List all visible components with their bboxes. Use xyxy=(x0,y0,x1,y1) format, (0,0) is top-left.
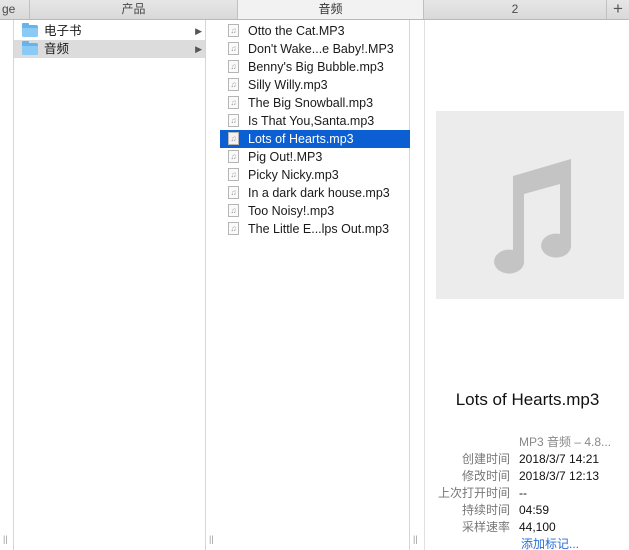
file-item[interactable]: ♫ In a dark dark house.mp3 xyxy=(220,184,410,202)
file-item[interactable]: ♫ The Little E...lps Out.mp3 xyxy=(220,220,410,238)
audio-file-icon: ♫ xyxy=(228,168,239,181)
tab-products[interactable]: 产品 xyxy=(30,0,238,19)
info-key: 上次打开时间 xyxy=(437,486,510,500)
preview-artwork xyxy=(436,111,624,299)
preview-kind-row: MP3 音频 – 4.8... xyxy=(425,434,629,451)
file-item[interactable]: ♫ Silly Willy.mp3 xyxy=(220,76,410,94)
file-label: Don't Wake...e Baby!.MP3 xyxy=(248,42,394,56)
preview-title: Lots of Hearts.mp3 xyxy=(455,390,600,409)
folder-item-audio[interactable]: 音频 ▶ xyxy=(14,40,205,58)
preview-pane: Lots of Hearts.mp3 MP3 音频 – 4.8... 创建时间 … xyxy=(424,20,629,550)
file-item[interactable]: ♫ Too Noisy!.mp3 xyxy=(220,202,410,220)
folder-label: 电子书 xyxy=(44,24,82,38)
file-item[interactable]: ♫ Pig Out!.MP3 xyxy=(220,148,410,166)
info-row-modified: 修改时间 2018/3/7 12:13 xyxy=(425,468,629,485)
tab-label: 产品 xyxy=(121,2,146,16)
audio-file-icon: ♫ xyxy=(228,78,239,91)
folder-icon xyxy=(22,23,38,37)
audio-file-icon: ♫ xyxy=(228,24,239,37)
file-item[interactable]: ♫ Benny's Big Bubble.mp3 xyxy=(220,58,410,76)
file-label: In a dark dark house.mp3 xyxy=(248,186,390,200)
tab-label: 2 xyxy=(511,2,519,16)
info-row-duration: 持续时间 04:59 xyxy=(425,502,629,519)
tab-2[interactable]: 2 xyxy=(424,0,607,19)
audio-file-icon: ♫ xyxy=(228,150,239,163)
file-item[interactable]: ♫ The Big Snowball.mp3 xyxy=(220,94,410,112)
preview-kind: MP3 音频 – 4.8... xyxy=(519,435,612,449)
info-value: 04:59 xyxy=(519,503,550,517)
tab-ge[interactable]: ge xyxy=(0,0,30,19)
column-resize-handle[interactable]: || xyxy=(413,534,418,544)
file-label: Pig Out!.MP3 xyxy=(248,150,323,164)
add-tab-button[interactable]: + xyxy=(607,0,629,19)
column-folders: 电子书 ▶ 音频 ▶ xyxy=(14,20,206,550)
column-previous: || xyxy=(0,20,14,550)
audio-file-icon: ♫ xyxy=(228,60,239,73)
tab-audio[interactable]: 音频 xyxy=(238,0,424,19)
audio-file-icon: ♫ xyxy=(228,204,239,217)
info-row-created: 创建时间 2018/3/7 14:21 xyxy=(425,451,629,468)
info-key: 采样速率 xyxy=(461,520,510,534)
file-label: The Big Snowball.mp3 xyxy=(248,96,374,110)
file-item-selected[interactable]: ♫ Lots of Hearts.mp3 xyxy=(220,130,410,148)
file-label: Benny's Big Bubble.mp3 xyxy=(248,60,384,74)
info-value: 2018/3/7 14:21 xyxy=(519,452,600,466)
column-gap: || xyxy=(206,20,220,550)
file-label: Otto the Cat.MP3 xyxy=(248,24,345,38)
folder-item-ebooks[interactable]: 电子书 ▶ xyxy=(14,22,205,40)
info-value: 2018/3/7 12:13 xyxy=(519,469,600,483)
file-label: Is That You,Santa.mp3 xyxy=(248,114,375,128)
file-item[interactable]: ♫ Picky Nicky.mp3 xyxy=(220,166,410,184)
file-item[interactable]: ♫ Is That You,Santa.mp3 xyxy=(220,112,410,130)
file-label: The Little E...lps Out.mp3 xyxy=(248,222,390,236)
audio-file-icon: ♫ xyxy=(228,42,239,55)
column-files: ♫ Otto the Cat.MP3 ♫ Don't Wake...e Baby!.… xyxy=(220,20,410,550)
info-key: 创建时间 xyxy=(461,452,510,466)
file-label: Lots of Hearts.mp3 xyxy=(248,132,354,146)
chevron-right-icon: ▶ xyxy=(195,26,202,36)
audio-file-icon: ♫ xyxy=(228,96,239,109)
tab-label: 音频 xyxy=(318,2,343,16)
tab-bar: ge 产品 音频 2 + xyxy=(0,0,629,20)
folder-label: 音频 xyxy=(44,42,70,56)
add-tags-row: 添加标记... xyxy=(425,536,629,550)
info-value: 44,100 xyxy=(519,520,556,534)
file-label: Too Noisy!.mp3 xyxy=(248,204,335,218)
folder-icon xyxy=(22,41,38,55)
file-label: Picky Nicky.mp3 xyxy=(248,168,339,182)
music-note-icon xyxy=(494,159,572,274)
add-tags-link[interactable]: 添加标记... xyxy=(521,536,579,550)
audio-file-icon: ♫ xyxy=(228,132,239,145)
info-key: 修改时间 xyxy=(461,469,510,483)
info-key: 持续时间 xyxy=(461,503,510,517)
column-gap: || xyxy=(410,20,424,550)
file-item[interactable]: ♫ Don't Wake...e Baby!.MP3 xyxy=(220,40,410,58)
column-resize-handle[interactable]: || xyxy=(3,534,8,544)
audio-file-icon: ♫ xyxy=(228,222,239,235)
audio-file-icon: ♫ xyxy=(228,114,239,127)
column-resize-handle[interactable]: || xyxy=(209,534,214,544)
audio-file-icon: ♫ xyxy=(228,186,239,199)
info-value: -- xyxy=(519,486,527,500)
info-row-last-opened: 上次打开时间 -- xyxy=(425,485,629,502)
chevron-right-icon: ▶ xyxy=(195,44,202,54)
info-row-sample-rate: 采样速率 44,100 xyxy=(425,519,629,536)
file-item[interactable]: ♫ Otto the Cat.MP3 xyxy=(220,22,410,40)
tab-label: ge xyxy=(2,2,16,16)
file-label: Silly Willy.mp3 xyxy=(248,78,328,92)
